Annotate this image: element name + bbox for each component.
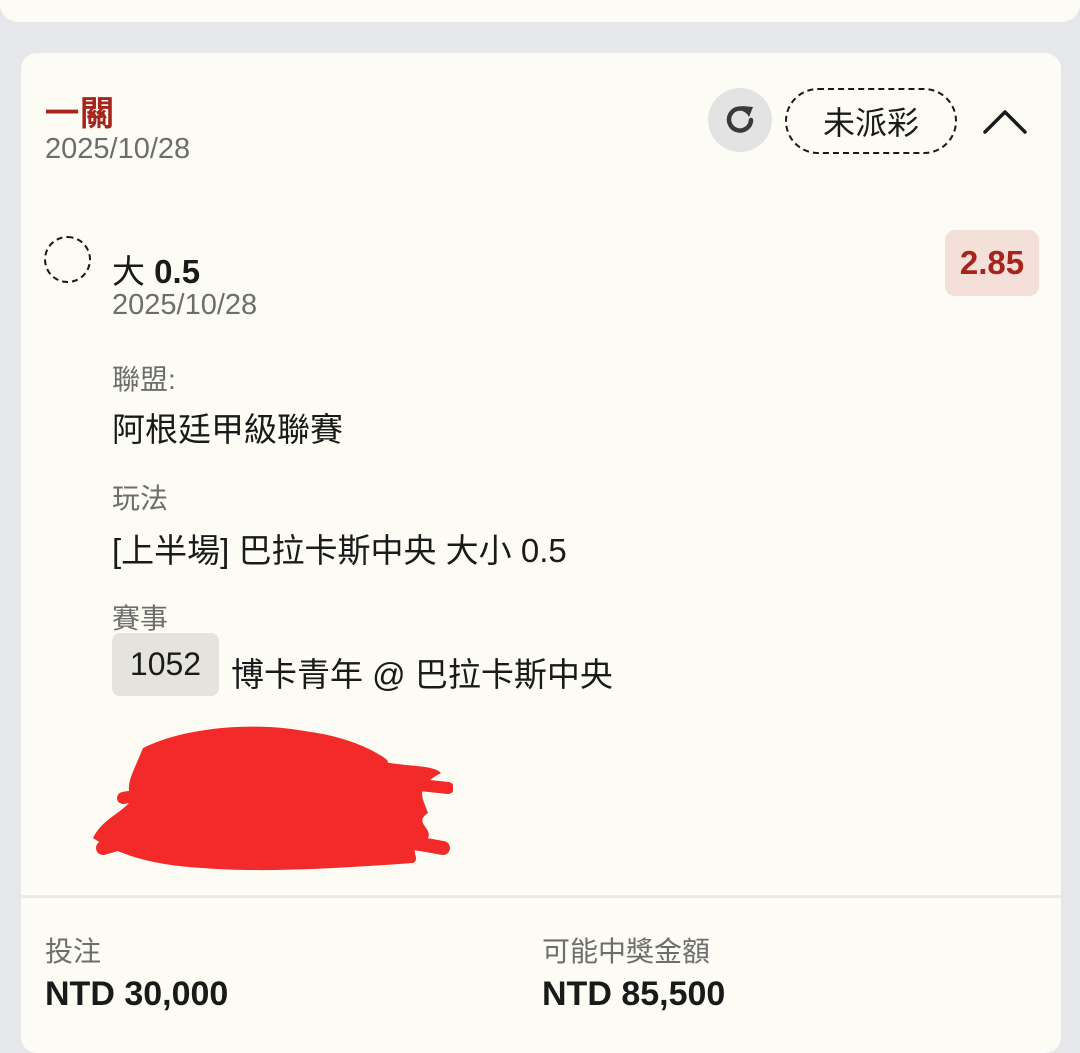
match-teams: 博卡青年 @ 巴拉卡斯中央 xyxy=(231,656,613,693)
previous-card-bottom xyxy=(0,0,1080,22)
bet-card: 一關 2025/10/28 未派彩 大 0.5 2025/10/28 2.85 … xyxy=(21,53,1061,1053)
selection-date: 2025/10/28 xyxy=(112,289,258,321)
refresh-button[interactable] xyxy=(708,88,772,152)
league-value: 阿根廷甲級聯賽 xyxy=(112,411,343,448)
settlement-status-badge: 未派彩 xyxy=(785,88,957,154)
match-id-badge: 1052 xyxy=(112,633,219,696)
refresh-icon xyxy=(726,106,754,133)
collapse-button[interactable] xyxy=(981,101,1029,141)
stake-value: NTD 30,000 xyxy=(45,975,229,1013)
redaction-scribble xyxy=(93,726,453,871)
potential-payout-label: 可能中獎金額 xyxy=(542,936,711,967)
selection-name-prefix: 大 xyxy=(112,253,145,290)
bet-date: 2025/10/28 xyxy=(45,133,191,165)
market-value: [上半場] 巴拉卡斯中央 大小 0.5 xyxy=(112,532,567,569)
odds-badge: 2.85 xyxy=(945,230,1039,296)
selection-line: 0.5 xyxy=(154,253,201,290)
selection-status-indicator xyxy=(44,236,91,283)
bet-type-title: 一關 xyxy=(45,95,115,133)
stake-label: 投注 xyxy=(45,936,102,967)
match-label: 賽事 xyxy=(112,603,169,634)
selection-name: 大 0.5 xyxy=(112,245,200,293)
market-label: 玩法 xyxy=(112,483,169,514)
summary-divider xyxy=(21,895,1061,898)
chevron-up-icon xyxy=(983,110,1027,134)
league-label: 聯盟: xyxy=(112,364,176,395)
potential-payout-value: NTD 85,500 xyxy=(542,975,726,1013)
